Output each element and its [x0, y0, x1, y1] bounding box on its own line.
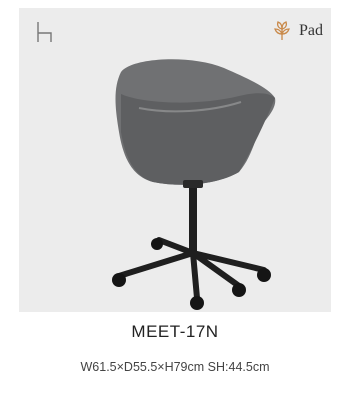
- product-model-name: MEET-17N: [131, 322, 219, 341]
- product-card[interactable]: Pad MEET-17N W61.5×D55.5×H79cm SH:44.5cm: [0, 0, 350, 395]
- pad-badge: Pad: [273, 21, 323, 41]
- chair-outline-icon: [37, 22, 52, 42]
- product-dimensions: W61.5×D55.5×H79cm SH:44.5cm: [80, 360, 270, 374]
- chair-image: [112, 59, 276, 310]
- pad-label: Pad: [299, 22, 323, 39]
- product-image-panel: Pad: [19, 8, 331, 312]
- wheat-leaf-icon: [274, 21, 290, 40]
- chair-column: [189, 183, 197, 253]
